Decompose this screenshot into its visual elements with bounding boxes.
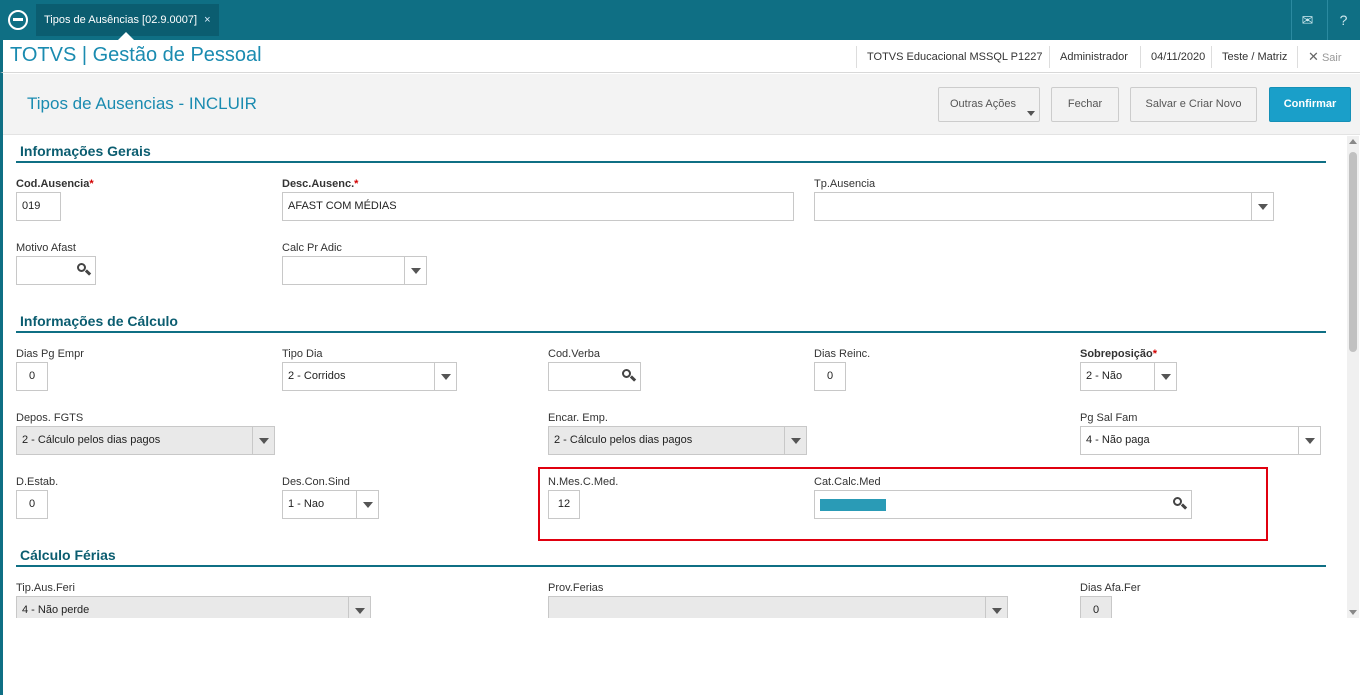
- motivo-afast-input[interactable]: [16, 256, 96, 285]
- tab-pointer: [118, 32, 134, 40]
- logout-button[interactable]: ✕ Sair: [1297, 46, 1352, 68]
- des-con-sind-select[interactable]: 1 - Nao: [282, 490, 379, 519]
- cod-ausencia-input[interactable]: 019: [16, 192, 61, 221]
- totvs-logo-icon[interactable]: [8, 10, 28, 30]
- close-button[interactable]: Fechar: [1051, 87, 1119, 122]
- content-bottom: [3, 618, 1360, 695]
- chevron-down-icon: [1027, 111, 1035, 116]
- page-title: Tipos de Ausencias - INCLUIR: [27, 94, 257, 113]
- user-info[interactable]: Administrador: [1049, 46, 1138, 68]
- sobreposicao-label: Sobreposição*: [1080, 348, 1158, 360]
- chevron-down-icon: [356, 491, 378, 518]
- tab-title: Tipos de Ausências [02.9.0007]: [44, 14, 198, 26]
- tipo-dia-select[interactable]: 2 - Corridos: [282, 362, 457, 391]
- pg-sal-fam-label: Pg Sal Fam: [1080, 412, 1138, 424]
- chevron-down-icon: [434, 363, 456, 390]
- app-header: TOTVS | Gestão de Pessoal TOTVS Educacio…: [0, 40, 1360, 73]
- mail-icon[interactable]: ✉: [1291, 0, 1323, 40]
- chevron-down-icon: [784, 427, 806, 454]
- des-con-sind-label: Des.Con.Sind: [282, 476, 350, 488]
- section-general: Informações Gerais: [16, 143, 1326, 163]
- depos-fgts-select[interactable]: 2 - Cálculo pelos dias pagos: [16, 426, 275, 455]
- scroll-up-icon[interactable]: [1349, 139, 1357, 144]
- dias-reinc-input[interactable]: 0: [814, 362, 846, 391]
- motivo-afast-label: Motivo Afast: [16, 242, 76, 254]
- search-icon[interactable]: [77, 263, 92, 276]
- calc-pr-adic-select[interactable]: [282, 256, 427, 285]
- chevron-down-icon: [1154, 363, 1176, 390]
- cod-verba-input[interactable]: [548, 362, 641, 391]
- environment-info: TOTVS Educacional MSSQL P1227: [856, 46, 1052, 68]
- desc-ausenc-label: Desc.Ausenc.*: [282, 178, 359, 190]
- dias-pg-empr-input[interactable]: 0: [16, 362, 48, 391]
- page-toolbar: Tipos de Ausencias - INCLUIR Outras Açõe…: [3, 74, 1360, 135]
- other-actions-button[interactable]: Outras Ações: [938, 87, 1040, 122]
- dias-reinc-label: Dias Reinc.: [814, 348, 871, 360]
- cat-calc-med-input[interactable]: [814, 490, 1192, 519]
- other-actions-label: Outras Ações: [949, 98, 1017, 110]
- tp-ausencia-label: Tp.Ausencia: [814, 178, 876, 190]
- date-info[interactable]: 04/11/2020: [1140, 46, 1215, 68]
- d-estab-input[interactable]: 0: [16, 490, 48, 519]
- scroll-down-icon[interactable]: [1349, 610, 1357, 615]
- calc-pr-adic-label: Calc Pr Adic: [282, 242, 342, 254]
- cat-calc-med-label: Cat.Calc.Med: [814, 476, 881, 488]
- depos-fgts-label: Depos. FGTS: [16, 412, 84, 424]
- d-estab-label: D.Estab.: [16, 476, 59, 488]
- app-brand: TOTVS | Gestão de Pessoal: [10, 44, 262, 66]
- dias-afa-fer-label: Dias Afa.Fer: [1080, 582, 1141, 594]
- chevron-down-icon: [1298, 427, 1320, 454]
- search-icon[interactable]: [1173, 497, 1188, 510]
- logout-label: Sair: [1321, 52, 1342, 64]
- branch-info[interactable]: Teste / Matriz: [1211, 46, 1297, 68]
- n-mes-c-med-label: N.Mes.C.Med.: [548, 476, 619, 488]
- sobreposicao-select[interactable]: 2 - Não: [1080, 362, 1177, 391]
- desc-ausenc-input[interactable]: AFAST COM MÉDIAS: [282, 192, 794, 221]
- section-calculation: Informações de Cálculo: [16, 313, 1326, 333]
- close-icon: ✕: [1308, 49, 1319, 64]
- scroll-thumb[interactable]: [1349, 152, 1357, 352]
- selected-text-highlight: [820, 499, 886, 511]
- tipo-dia-label: Tipo Dia: [282, 348, 323, 360]
- chevron-down-icon: [252, 427, 274, 454]
- chevron-down-icon: [404, 257, 426, 284]
- section-vacation: Cálculo Férias: [16, 547, 1326, 567]
- search-icon[interactable]: [622, 369, 637, 382]
- pg-sal-fam-select[interactable]: 4 - Não paga: [1080, 426, 1321, 455]
- tip-aus-feri-label: Tip.Aus.Feri: [16, 582, 75, 594]
- confirm-button[interactable]: Confirmar: [1269, 87, 1351, 122]
- cod-ausencia-label: Cod.Ausencia*: [16, 178, 94, 190]
- top-bar: Tipos de Ausências [02.9.0007] × ✉ ?: [0, 0, 1360, 40]
- chevron-down-icon: [1251, 193, 1273, 220]
- cod-verba-label: Cod.Verba: [548, 348, 600, 360]
- encar-emp-select[interactable]: 2 - Cálculo pelos dias pagos: [548, 426, 807, 455]
- left-accent: [0, 73, 3, 695]
- prov-ferias-label: Prov.Ferias: [548, 582, 604, 594]
- encar-emp-label: Encar. Emp.: [548, 412, 608, 424]
- tab-close-icon[interactable]: ×: [204, 14, 210, 26]
- tp-ausencia-select[interactable]: [814, 192, 1274, 221]
- dias-pg-empr-label: Dias Pg Empr: [16, 348, 84, 360]
- help-icon[interactable]: ?: [1327, 0, 1359, 40]
- n-mes-c-med-input[interactable]: 12: [548, 490, 580, 519]
- vertical-scrollbar[interactable]: [1347, 136, 1359, 618]
- save-and-new-button[interactable]: Salvar e Criar Novo: [1130, 87, 1257, 122]
